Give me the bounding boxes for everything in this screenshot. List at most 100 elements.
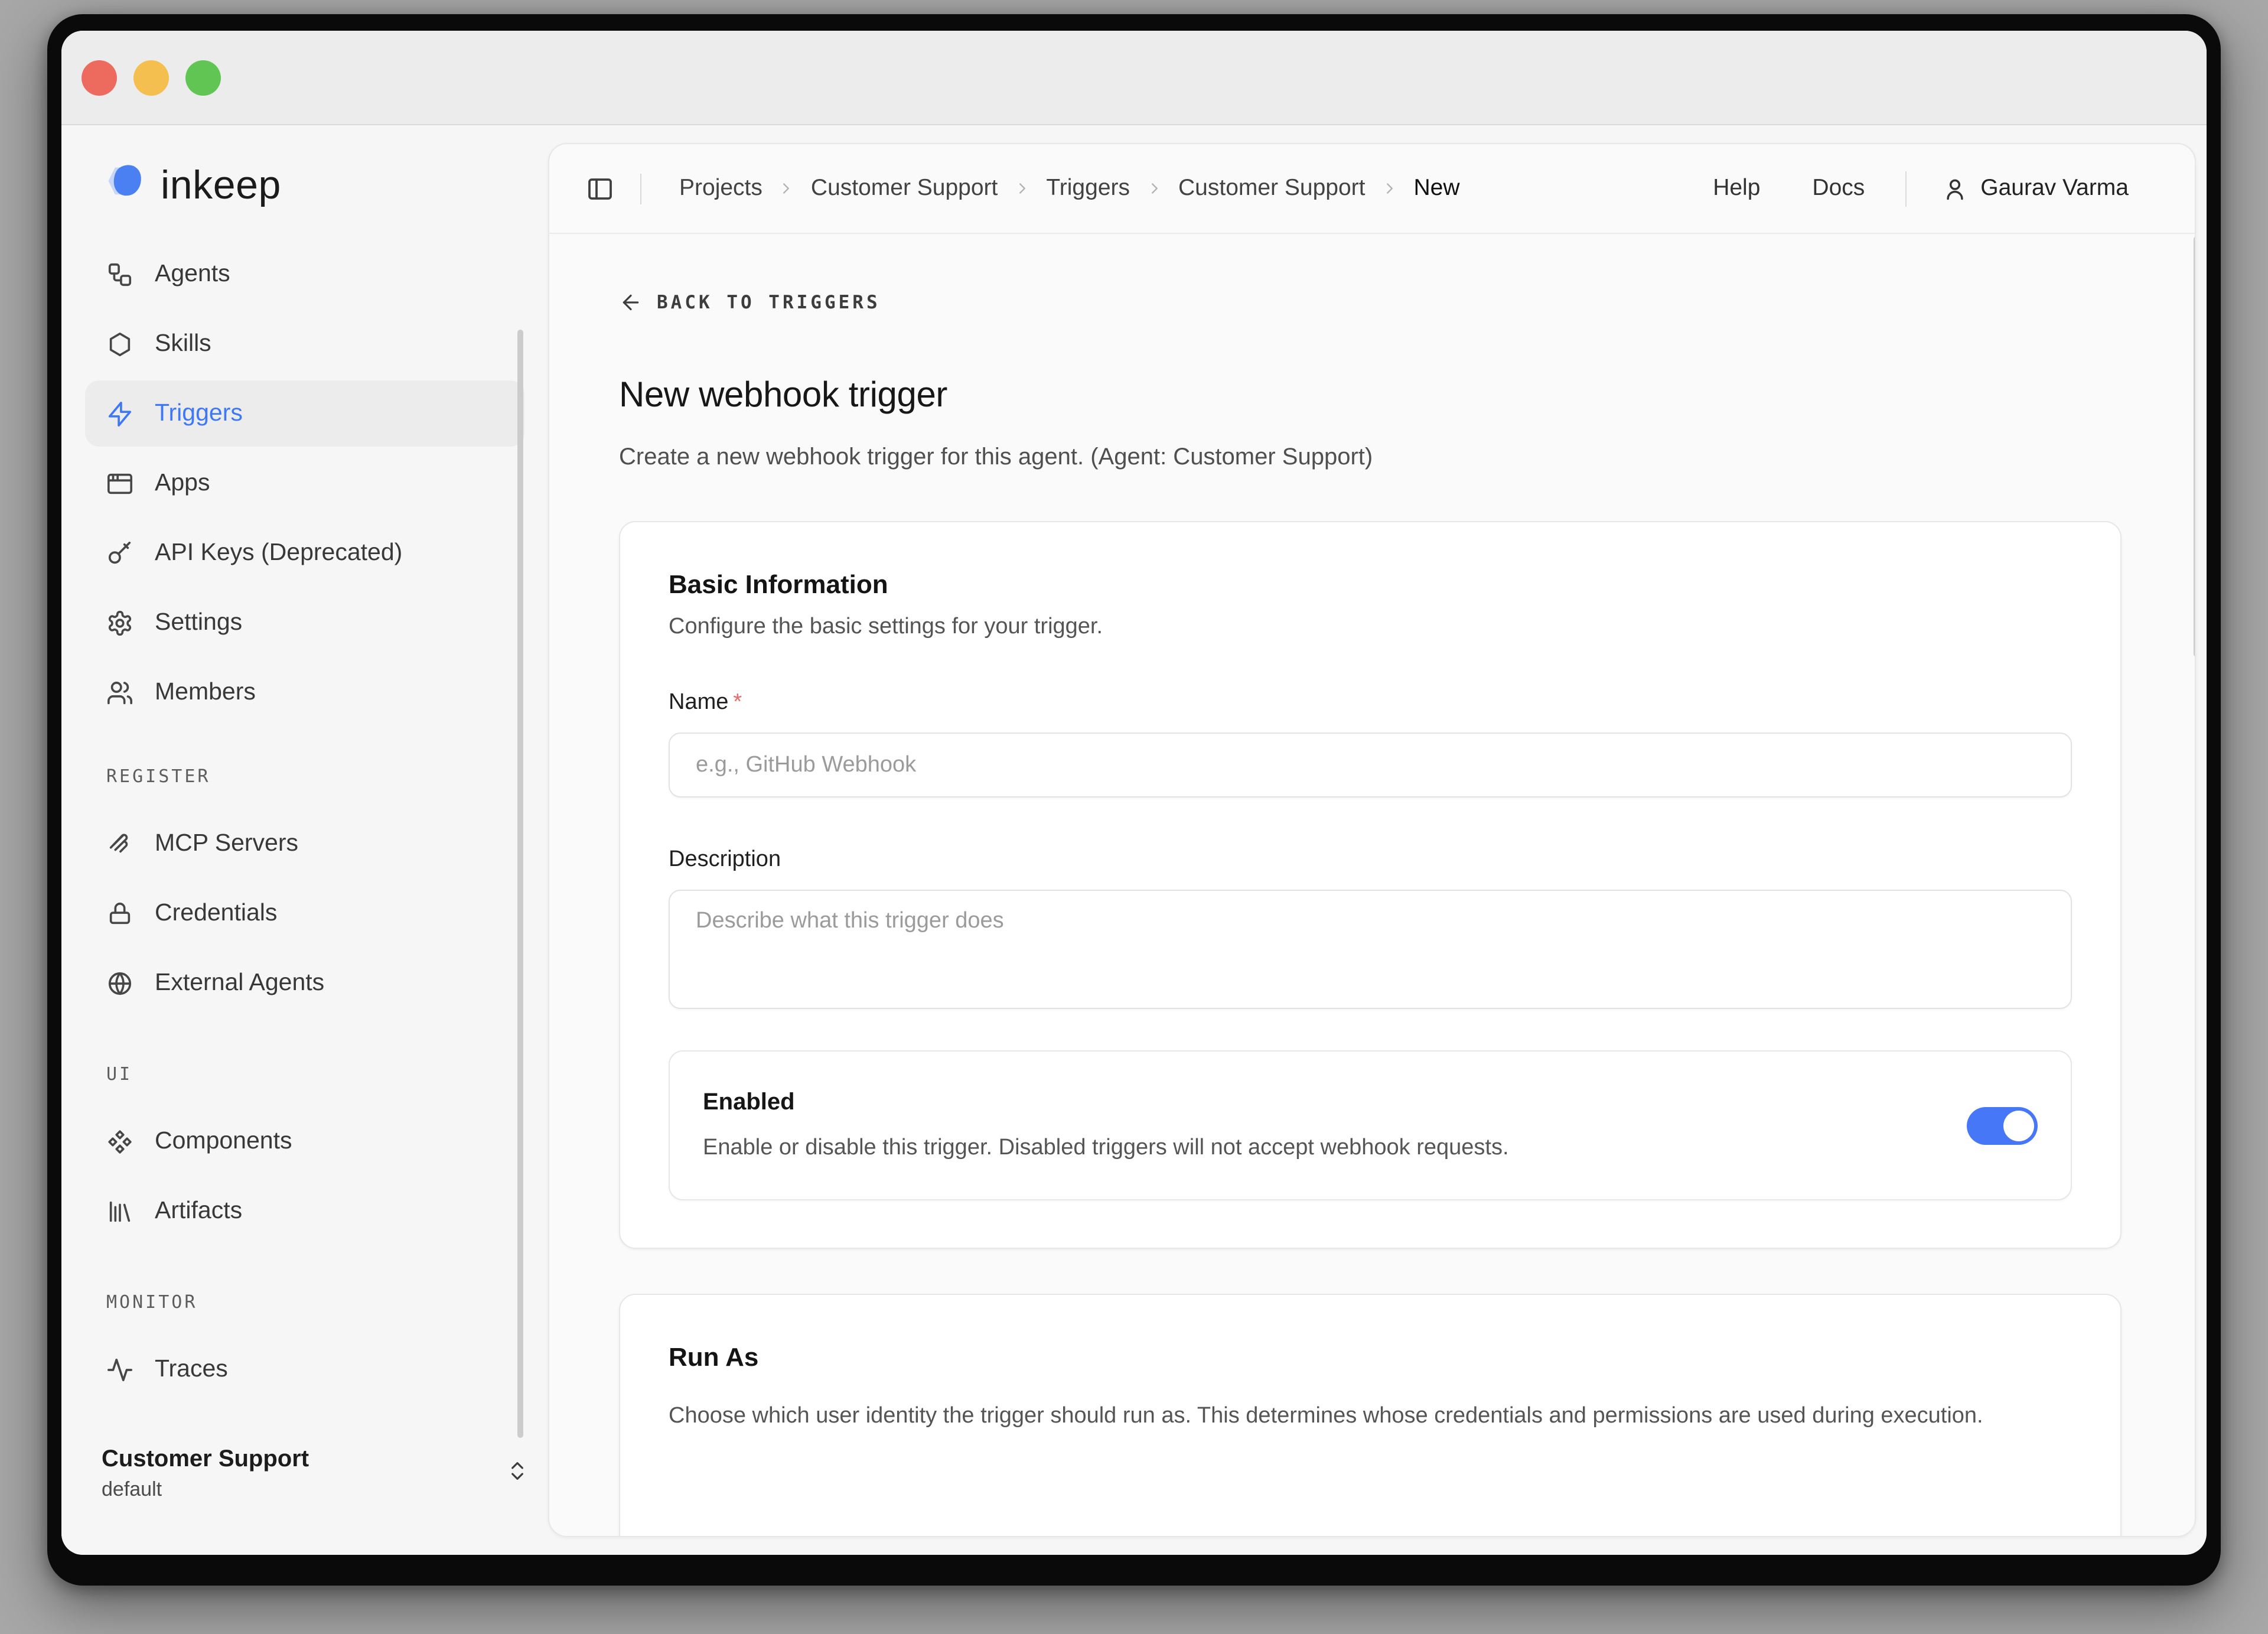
close-button[interactable] [82,60,117,95]
sidebar-item-label: Apps [155,469,210,497]
sidebar-item-label: Artifacts [155,1197,242,1225]
sidebar-item-label: MCP Servers [155,829,298,858]
user-menu[interactable]: Gaurav Varma [1941,175,2129,202]
sidebar-item-components[interactable]: Components [85,1108,524,1174]
globe-icon [106,969,133,997]
project-variant: default [102,1478,506,1502]
chevron-right-icon [1145,180,1163,197]
project-name: Customer Support [102,1446,506,1473]
run-as-title: Run As [669,1342,2072,1373]
sidebar-item-settings[interactable]: Settings [85,590,524,656]
inkeep-logo-icon [102,161,151,210]
hexagon-icon [106,330,133,357]
enabled-toggle[interactable] [1967,1106,2038,1144]
enabled-label: Enabled [703,1089,1920,1117]
header-divider [640,173,641,204]
enabled-setting-row: Enabled Enable or disable this trigger. … [669,1050,2072,1200]
back-link-label: BACK TO TRIGGERS [657,292,881,313]
sidebar-nav: Agents Skills Triggers Apps API Keys (De… [61,241,548,1402]
app-window: inkeep Agents Skills Triggers Apps [61,31,2207,1555]
sidebar-section-ui: UI [85,1063,524,1089]
user-icon [1941,175,1967,201]
arrow-left-icon [619,291,643,314]
chevron-right-icon [1013,180,1031,197]
zoom-button[interactable] [185,60,221,95]
breadcrumb-customer-support[interactable]: Customer Support [811,175,998,202]
component-icon [106,1128,133,1155]
sidebar-section-register: REGISTER [85,766,524,792]
lock-icon [106,900,133,927]
main-panel: Projects Customer Support Triggers Custo… [548,143,2196,1537]
mcp-icon [106,830,133,857]
workflow-icon [106,261,133,288]
description-input[interactable] [669,890,2072,1009]
sidebar-item-credentials[interactable]: Credentials [85,880,524,946]
library-icon [106,1197,133,1225]
page-content: BACK TO TRIGGERS New webhook trigger Cre… [549,234,2195,1537]
basic-information-title: Basic Information [669,569,2072,600]
enabled-description: Enable or disable this trigger. Disabled… [703,1135,1920,1161]
logo[interactable]: inkeep [102,161,548,210]
sidebar-item-external-agents[interactable]: External Agents [85,950,524,1016]
chevron-right-icon [778,180,796,197]
help-link[interactable]: Help [1713,175,1760,202]
description-label: Description [669,847,2072,873]
sidebar-section-monitor: MONITOR [85,1291,524,1317]
sidebar-item-label: Agents [155,260,230,288]
sidebar: inkeep Agents Skills Triggers Apps [61,125,548,1555]
sidebar-toggle-button[interactable] [586,174,614,203]
sidebar-item-label: Components [155,1127,292,1155]
sidebar-item-api-keys[interactable]: API Keys (Deprecated) [85,520,524,586]
sidebar-item-triggers[interactable]: Triggers [85,380,524,447]
panel-header: Projects Customer Support Triggers Custo… [549,144,2195,233]
required-mark: * [733,690,742,715]
sidebar-item-label: Members [155,678,256,707]
gear-icon [106,609,133,636]
breadcrumb-triggers[interactable]: Triggers [1046,175,1130,202]
user-name: Gaurav Varma [1980,175,2129,202]
sidebar-item-traces[interactable]: Traces [85,1336,524,1402]
titlebar [61,31,2207,125]
breadcrumb: Projects Customer Support Triggers Custo… [679,175,1460,202]
page-title: New webhook trigger [619,376,2125,416]
run-as-description: Choose which user identity the trigger s… [669,1397,1992,1436]
sidebar-item-label: Settings [155,608,242,637]
page-subtitle: Create a new webhook trigger for this ag… [619,444,2125,471]
sidebar-item-agents[interactable]: Agents [85,241,524,307]
user-divider [1905,171,1906,206]
sidebar-item-skills[interactable]: Skills [85,311,524,377]
run-as-card: Run As Choose which user identity the tr… [619,1294,2122,1537]
chevrons-up-down-icon [506,1459,529,1489]
sidebar-item-label: Traces [155,1355,228,1384]
sidebar-item-members[interactable]: Members [85,659,524,725]
sidebar-item-label: External Agents [155,969,324,997]
sidebar-item-label: Skills [155,330,211,358]
basic-information-card: Basic Information Configure the basic se… [619,521,2122,1249]
logo-text: inkeep [161,162,281,209]
breadcrumb-current: New [1414,175,1460,202]
app-window-icon [106,470,133,497]
chevron-right-icon [1381,180,1399,197]
sidebar-item-artifacts[interactable]: Artifacts [85,1178,524,1244]
toggle-knob [2003,1110,2034,1141]
sidebar-item-label: API Keys (Deprecated) [155,539,402,567]
back-to-triggers-link[interactable]: BACK TO TRIGGERS [619,291,2125,314]
sidebar-item-apps[interactable]: Apps [85,450,524,516]
project-switcher[interactable]: Customer Support default [102,1446,529,1502]
sidebar-scrollbar[interactable] [517,330,523,1438]
minimize-button[interactable] [133,60,169,95]
breadcrumb-projects[interactable]: Projects [679,175,762,202]
name-input[interactable] [669,733,2072,798]
sidebar-item-label: Triggers [155,399,243,428]
panel-left-icon [586,174,614,203]
docs-link[interactable]: Docs [1812,175,1865,202]
zap-icon [106,400,133,427]
basic-information-subtitle: Configure the basic settings for your tr… [669,614,2072,640]
key-icon [106,539,133,567]
sidebar-item-label: Credentials [155,899,277,927]
name-label: Name* [669,690,2072,716]
content-scrollbar[interactable] [2194,236,2196,657]
activity-icon [106,1356,133,1383]
sidebar-item-mcp-servers[interactable]: MCP Servers [85,811,524,877]
breadcrumb-customer-support-2[interactable]: Customer Support [1178,175,1366,202]
